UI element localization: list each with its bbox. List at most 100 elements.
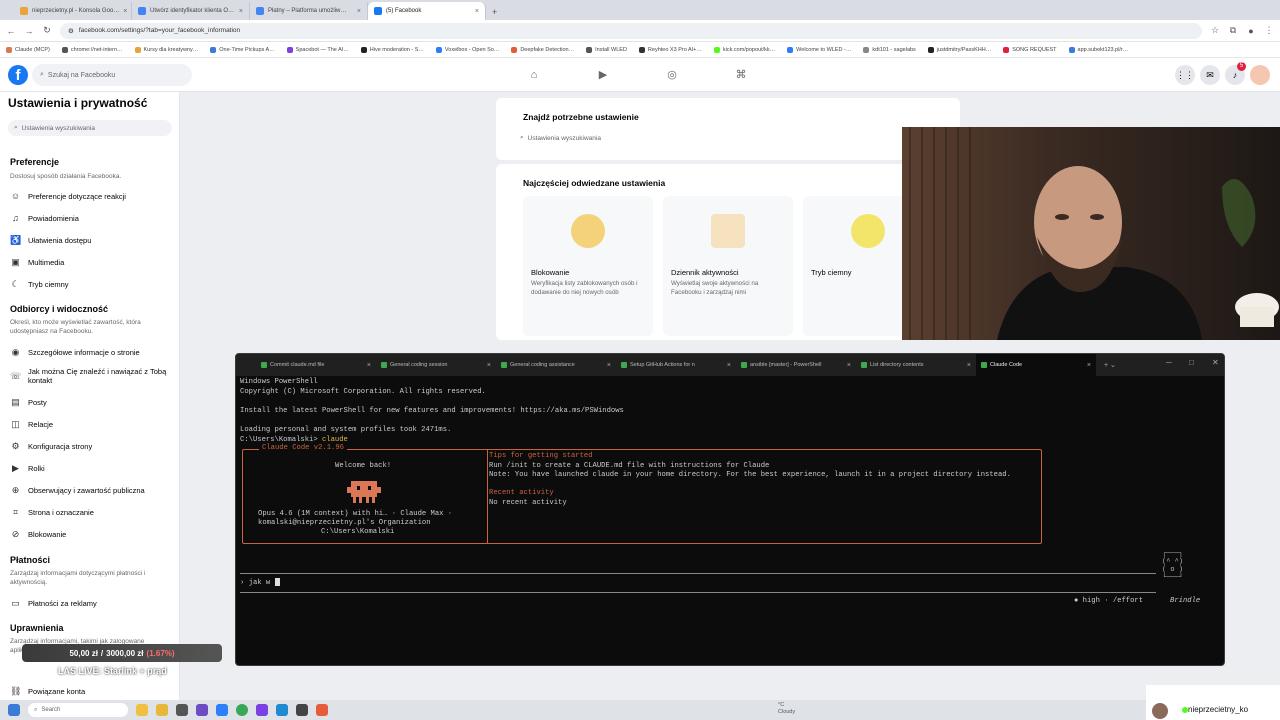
- file-explorer-icon[interactable]: [136, 704, 148, 716]
- app-icon[interactable]: [196, 704, 208, 716]
- messenger-icon[interactable]: ✉: [1200, 65, 1220, 85]
- folder-icon[interactable]: [156, 704, 168, 716]
- url-field[interactable]: ⚙ facebook.com/settings/?tab=your_faceboo…: [60, 22, 1202, 39]
- close-icon[interactable]: ×: [239, 8, 243, 15]
- bookmark-item[interactable]: justdmitry/PassKHH…: [927, 46, 991, 53]
- chrome-icon[interactable]: [236, 704, 248, 716]
- bookmark-item[interactable]: Hive moderation - S…: [360, 46, 424, 53]
- sidebar-item-accessibility[interactable]: ♿ Ułatwienia dostępu: [10, 235, 175, 246]
- weather-widget[interactable]: °C Cloudy: [778, 702, 795, 716]
- app-icon[interactable]: [176, 704, 188, 716]
- app-icon[interactable]: [216, 704, 228, 716]
- new-terminal-tab-icon[interactable]: + ⌄: [1096, 361, 1116, 369]
- effort-indicator[interactable]: ● high · /effort: [1074, 597, 1143, 605]
- setting-search-input[interactable]: ⌕ Ustawienia wyszukiwania: [516, 131, 946, 145]
- extensions-icon[interactable]: ⧉: [1228, 25, 1238, 36]
- bookmark-item[interactable]: chrome://net-intern…: [61, 46, 123, 53]
- bookmark-item[interactable]: SONG REQUEST: [1003, 46, 1057, 53]
- bookmark-item[interactable]: kick.com/popout/kk…: [713, 46, 775, 53]
- terminal-tab[interactable]: General coding assistance ×: [496, 354, 616, 376]
- terminal-tab[interactable]: ansible [master] - PowerShell ×: [736, 354, 856, 376]
- close-icon[interactable]: ×: [607, 362, 611, 369]
- bookmark-favicon-icon: [1068, 46, 1075, 53]
- prompt-input[interactable]: › jak w: [240, 578, 280, 587]
- bookmark-item[interactable]: Reyhteo X3 Pro AI+…: [638, 46, 702, 53]
- bookmark-item[interactable]: Deepfake Detection…: [511, 46, 574, 53]
- bookmark-item[interactable]: Spacebot — The AI…: [286, 46, 349, 53]
- maximize-icon[interactable]: □: [1189, 358, 1194, 367]
- bookmark-item[interactable]: Voxelbox - Open So…: [435, 46, 499, 53]
- star-icon[interactable]: ☆: [1210, 25, 1220, 36]
- site-info-icon[interactable]: ⚙: [68, 27, 74, 35]
- bookmark-item[interactable]: kdt101 - sagelabs: [863, 46, 916, 53]
- avatar[interactable]: [1250, 65, 1270, 85]
- menu-grid-icon[interactable]: ⋮⋮: [1175, 65, 1195, 85]
- reload-icon[interactable]: ↻: [42, 25, 52, 36]
- terminal-tab[interactable]: Claude Code ×: [976, 354, 1096, 376]
- sidebar-item-page-setup[interactable]: ⚙ Konfiguracja strony: [10, 441, 175, 452]
- facebook-logo-icon[interactable]: f: [8, 65, 28, 85]
- sidebar-item-dark-mode[interactable]: ☾ Tryb ciemny: [10, 279, 175, 290]
- app-icon[interactable]: [316, 704, 328, 716]
- app-icon[interactable]: [256, 704, 268, 716]
- video-icon[interactable]: ▶: [595, 67, 611, 83]
- sidebar-item-stories[interactable]: ◫ Relacje: [10, 419, 175, 430]
- sidebar-item-tagging[interactable]: ⌗ Strona i oznaczanie: [10, 507, 175, 518]
- bookmark-item[interactable]: app.subekt123.pl/r…: [1068, 46, 1128, 53]
- windows-start-icon[interactable]: [8, 704, 20, 716]
- terminal-tab[interactable]: Setup GitHub Actions for n ×: [616, 354, 736, 376]
- sidebar-item-media[interactable]: ▣ Multimedia: [10, 257, 175, 268]
- sidebar-item-reactions[interactable]: ☺ Preferencje dotyczące reakcji: [10, 191, 175, 202]
- bookmark-item[interactable]: Claude (MCP): [6, 46, 50, 53]
- back-icon[interactable]: ←: [6, 26, 16, 36]
- close-icon[interactable]: ✕: [1212, 358, 1219, 367]
- gaming-icon[interactable]: ⌘: [733, 67, 749, 83]
- sidebar-item-ad-payments[interactable]: ▭ Płatności za reklamy: [10, 598, 175, 609]
- sidebar-item-blocking[interactable]: ⊘ Blokowanie: [10, 529, 175, 540]
- browser-tab-active[interactable]: (5) Facebook ×: [368, 2, 486, 20]
- close-icon[interactable]: ×: [967, 362, 971, 369]
- browser-tab[interactable]: Płatny – Platforma umożliw… ×: [250, 2, 368, 20]
- sidebar-item-reels[interactable]: ▶ Rolki: [10, 463, 175, 474]
- browser-tab[interactable]: Utwórz identyfikator klienta O… ×: [132, 2, 250, 20]
- bookmark-item[interactable]: One-Time Pickups A…: [210, 46, 275, 53]
- terminal-tab[interactable]: Commit claude.md file ×: [256, 354, 376, 376]
- bookmark-item[interactable]: Install WLED: [586, 46, 627, 53]
- terminal-tab[interactable]: List directory contents ×: [856, 354, 976, 376]
- tile-activity-log[interactable]: Dziennik aktywności Wyświetlaj swoje akt…: [663, 196, 793, 336]
- sidebar-item-linked-accounts[interactable]: ⛓ Powiązane konta: [10, 686, 175, 697]
- close-icon[interactable]: ×: [367, 362, 371, 369]
- tip-line: Note: You have launched claude in your h…: [489, 471, 1011, 479]
- close-icon[interactable]: ×: [357, 8, 361, 15]
- profile-icon[interactable]: ●: [1246, 26, 1256, 36]
- facebook-search-input[interactable]: ⌕ Szukaj na Facebooku: [32, 64, 192, 86]
- close-icon[interactable]: ×: [475, 8, 479, 15]
- sidebar-item-notifications[interactable]: ♫ Powiadomienia: [10, 213, 175, 224]
- forward-icon[interactable]: →: [24, 26, 34, 36]
- bookmark-item[interactable]: Kursy dla kreatywny…: [134, 46, 198, 53]
- vscode-icon[interactable]: [276, 704, 288, 716]
- groups-icon[interactable]: ◎: [664, 67, 680, 83]
- sidebar-item-posts[interactable]: ▤ Posty: [10, 397, 175, 408]
- tile-blocking[interactable]: Blokowanie Weryfikacja listy zablokowany…: [523, 196, 653, 336]
- minimize-icon[interactable]: ─: [1166, 358, 1172, 367]
- app-icon[interactable]: [296, 704, 308, 716]
- close-icon[interactable]: ×: [1087, 362, 1091, 369]
- bookmark-item[interactable]: Welcome to WLED -…: [787, 46, 851, 53]
- terminal-tab-label: General coding session: [390, 362, 448, 368]
- settings-search-input[interactable]: ⌕ Ustawienia wyszukiwania: [8, 120, 172, 136]
- taskbar-search[interactable]: ⌕ Search: [28, 703, 128, 717]
- sidebar-item-label: Szczegółowe informacje o stronie: [28, 348, 140, 357]
- new-tab-icon[interactable]: +: [486, 7, 503, 20]
- close-icon[interactable]: ×: [123, 8, 127, 15]
- close-icon[interactable]: ×: [487, 362, 491, 369]
- terminal-tab[interactable]: General coding session ×: [376, 354, 496, 376]
- browser-tab[interactable]: nieprzecietny.pl - Konsola Goo… ×: [14, 2, 132, 20]
- menu-icon[interactable]: ⋮: [1264, 25, 1274, 36]
- sidebar-item-profile-info[interactable]: ◉ Szczegółowe informacje o stronie: [10, 347, 175, 358]
- home-icon[interactable]: ⌂: [526, 67, 542, 83]
- sidebar-item-followers[interactable]: ⊕ Obserwujący i zawartość publiczna: [10, 485, 175, 496]
- sidebar-item-find-you[interactable]: ☏ Jak można Cię znaleźć i nawiązać z Tobą…: [10, 367, 175, 385]
- close-icon[interactable]: ×: [847, 362, 851, 369]
- close-icon[interactable]: ×: [727, 362, 731, 369]
